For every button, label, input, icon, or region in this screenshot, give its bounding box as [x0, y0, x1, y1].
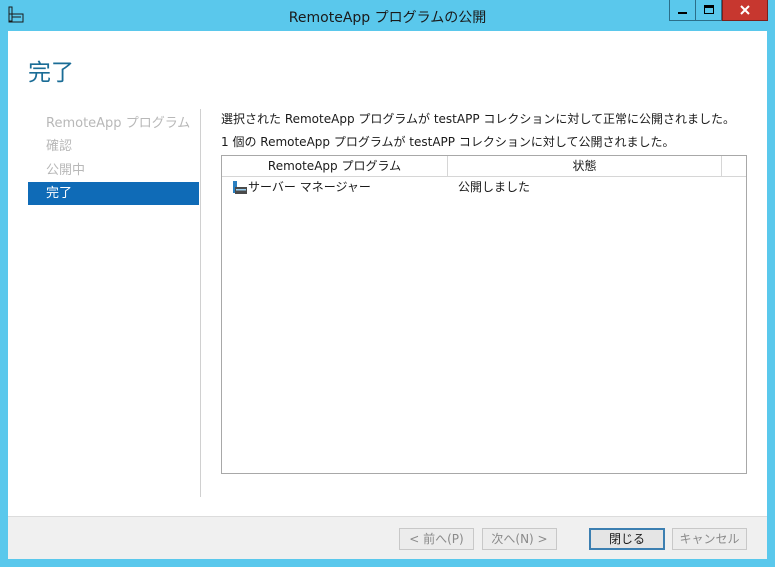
- step-confirm: 確認: [46, 139, 73, 154]
- dialog-content: 完了 RemoteApp プログラム 確認 公開中 完了 選択された Remot…: [8, 31, 767, 559]
- published-programs-list[interactable]: RemoteApp プログラム 状態 サーバー マネージャー 公開しました: [221, 155, 747, 474]
- success-message: 選択された RemoteApp プログラムが testAPP コレクションに対し…: [221, 112, 736, 126]
- close-button[interactable]: 閉じる: [589, 528, 665, 550]
- previous-button[interactable]: < 前へ(P): [399, 528, 474, 550]
- divider: [200, 109, 201, 497]
- column-header-status[interactable]: 状態: [448, 156, 722, 176]
- column-header-program[interactable]: RemoteApp プログラム: [222, 156, 448, 176]
- close-icon: [740, 5, 750, 15]
- page-title: 完了: [28, 60, 74, 86]
- next-button[interactable]: 次へ(N) >: [482, 528, 557, 550]
- close-window-button[interactable]: [722, 0, 768, 21]
- maximize-icon: [703, 5, 714, 14]
- button-bar: < 前へ(P) 次へ(N) > 閉じる キャンセル: [8, 516, 767, 559]
- program-status: 公開しました: [458, 180, 531, 194]
- window-title: RemoteApp プログラムの公開: [288, 10, 487, 26]
- summary-message: 1 個の RemoteApp プログラムが testAPP コレクションに対して…: [221, 135, 675, 149]
- step-publishing: 公開中: [46, 163, 86, 178]
- cancel-button[interactable]: キャンセル: [672, 528, 747, 550]
- program-name: サーバー マネージャー: [248, 180, 371, 194]
- maximize-button[interactable]: [696, 0, 722, 21]
- server-manager-icon: [233, 181, 247, 194]
- minimize-icon: [677, 12, 687, 14]
- table-row[interactable]: サーバー マネージャー 公開しました: [222, 177, 746, 197]
- dialog-window: RemoteApp プログラムの公開 完了 RemoteApp プログラム 確認…: [0, 0, 775, 567]
- step-remoteapp-programs: RemoteApp プログラム: [46, 116, 191, 131]
- column-header-empty: [722, 156, 746, 176]
- minimize-button[interactable]: [669, 0, 696, 21]
- step-completed: 完了: [28, 182, 199, 205]
- title-bar[interactable]: RemoteApp プログラムの公開: [0, 0, 775, 31]
- list-header: RemoteApp プログラム 状態: [222, 156, 746, 177]
